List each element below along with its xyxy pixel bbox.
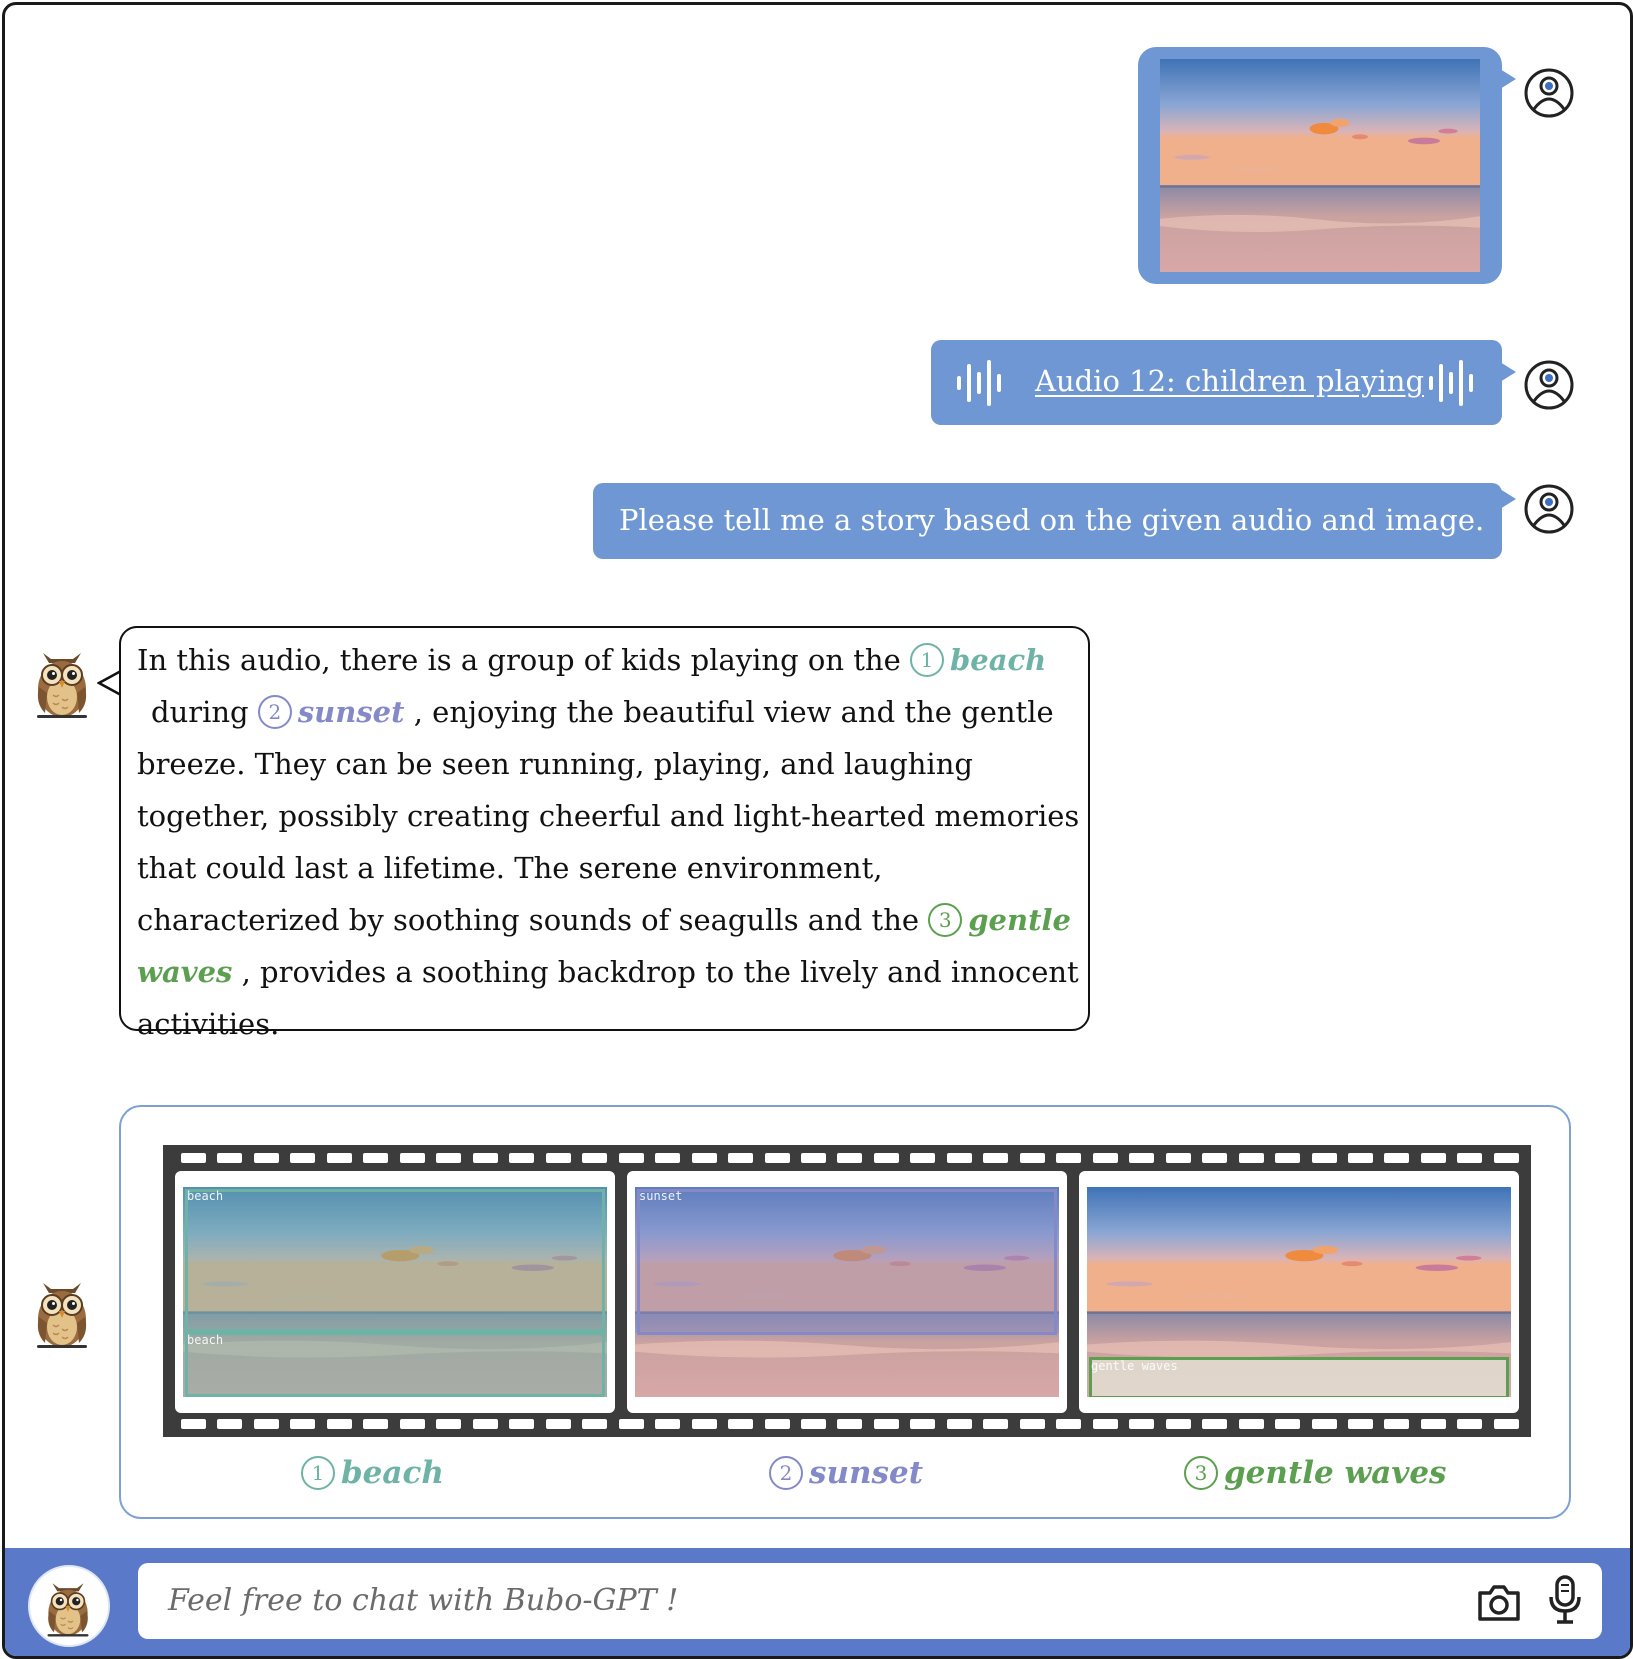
grounded-image-beach[interactable]: beach beach: [183, 1187, 607, 1397]
user-text-message: Please tell me a story based on the give…: [593, 483, 1516, 559]
caption-sunset: 2 sunset: [769, 1455, 923, 1491]
mask-label: sunset: [639, 1189, 683, 1203]
beach-sunset-image[interactable]: [1160, 59, 1480, 272]
user-avatar-icon: [1523, 67, 1575, 119]
caption-gentle-waves: 3 gentle waves: [1184, 1455, 1447, 1491]
camera-icon[interactable]: [1476, 1581, 1522, 1623]
reference-beach[interactable]: 1 beach: [909, 643, 1046, 677]
reference-sunset[interactable]: 2 sunset: [257, 695, 405, 729]
bubble-tail: [1500, 69, 1516, 89]
grounding-result-panel: beach beach sunset gentle waves 1 beach …: [119, 1105, 1571, 1519]
bot-response-message: In this audio, there is a group of kids …: [119, 626, 1090, 1041]
film-holes: [181, 1419, 1519, 1429]
grounded-image-gentle-waves[interactable]: gentle waves: [1087, 1187, 1511, 1397]
caption-beach: 1 beach: [301, 1455, 444, 1491]
grounding-frame-sunset[interactable]: sunset: [627, 1171, 1067, 1413]
user-prompt-text: Please tell me a story based on the give…: [619, 503, 1485, 537]
grounding-frame-gentle-waves[interactable]: gentle waves: [1079, 1171, 1519, 1413]
chat-window: Audio 12: children playing Please tell m…: [2, 2, 1633, 1659]
user-image-message[interactable]: [1138, 47, 1516, 284]
mask-label: gentle waves: [1091, 1359, 1178, 1373]
response-text: In this audio, there is a group of kids …: [137, 643, 1080, 1041]
chat-input-field[interactable]: Feel free to chat with Bubo-GPT !: [138, 1563, 1602, 1639]
film-strip: beach beach sunset gentle waves: [163, 1145, 1531, 1437]
mask-label: beach: [187, 1189, 224, 1203]
bubo-owl-avatar: [29, 1273, 95, 1351]
bubble-tail: [1500, 489, 1516, 509]
audio-wave-icon: [955, 358, 1005, 408]
grounded-image-sunset[interactable]: sunset: [635, 1187, 1059, 1397]
bubo-owl-avatar: [29, 643, 95, 721]
audio-link[interactable]: Audio 12: children playing: [1035, 364, 1424, 398]
user-avatar-icon: [1523, 483, 1575, 535]
user-avatar-icon: [1523, 359, 1575, 411]
mask-label: beach: [187, 1333, 224, 1347]
chat-input-bar: Feel free to chat with Bubo-GPT !: [5, 1548, 1630, 1656]
film-holes: [181, 1153, 1519, 1163]
bubble-tail: [1500, 362, 1516, 382]
bubo-owl-avatar: [28, 1565, 110, 1647]
user-audio-message[interactable]: Audio 12: children playing: [931, 340, 1516, 425]
microphone-icon[interactable]: [1547, 1575, 1583, 1625]
audio-wave-icon: [1427, 358, 1477, 408]
grounding-frame-beach[interactable]: beach beach: [175, 1171, 615, 1413]
input-placeholder: Feel free to chat with Bubo-GPT !: [168, 1583, 679, 1618]
